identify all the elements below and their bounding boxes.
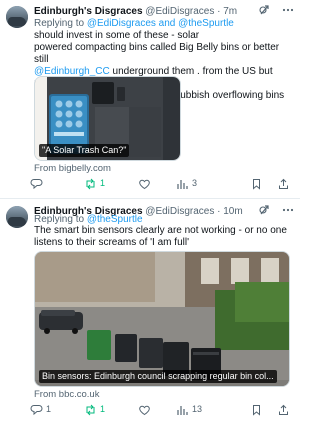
grok-icon[interactable] <box>259 205 269 215</box>
share-icon <box>279 404 288 415</box>
display-name[interactable]: Edinburgh's Disgraces <box>34 6 143 17</box>
avatar[interactable] <box>6 6 28 28</box>
tweet[interactable]: Edinburgh's Disgraces @EdiDisgraces · 10… <box>0 200 300 422</box>
card-source[interactable]: From bigbelly.com <box>34 163 111 175</box>
reply-button[interactable] <box>30 177 46 191</box>
views-button[interactable]: 3 <box>176 177 197 191</box>
bookmark-icon <box>253 179 260 190</box>
timeline: Edinburgh's Disgraces @EdiDisgraces · 7m… <box>0 0 300 422</box>
tweet-menu <box>258 4 294 16</box>
link-card[interactable]: Bin sensors: Edinburgh council scrapping… <box>34 251 290 387</box>
like-icon <box>139 179 150 190</box>
views-button[interactable]: 13 <box>176 403 202 417</box>
card-title: Bin sensors: Edinburgh council scrapping… <box>39 370 277 384</box>
more-icon[interactable] <box>282 208 294 212</box>
bookmark-button[interactable] <box>250 403 263 417</box>
tweet-menu <box>258 204 294 216</box>
action-bar: 1 1 13 <box>30 403 296 417</box>
views-icon <box>177 406 188 415</box>
like-button[interactable] <box>138 403 154 417</box>
card-source[interactable]: From bbc.co.uk <box>34 389 99 401</box>
replying-to-link[interactable]: @theSpurtle <box>87 214 143 225</box>
retweet-icon <box>86 178 95 190</box>
replying-to-link[interactable]: @EdiDisgraces and @theSpurtle <box>87 18 234 29</box>
share-button[interactable] <box>277 177 290 191</box>
like-icon <box>139 405 150 416</box>
tweet[interactable]: Edinburgh's Disgraces @EdiDisgraces · 7m… <box>0 0 300 198</box>
like-button[interactable] <box>138 177 154 191</box>
bookmark-button[interactable] <box>250 177 263 191</box>
retweet-button[interactable]: 1 <box>84 177 105 191</box>
handle-time: @EdiDisgraces · 7m <box>145 6 238 17</box>
share-icon <box>279 178 288 189</box>
views-icon <box>177 180 188 189</box>
card-image <box>35 252 289 386</box>
reply-button[interactable]: 1 <box>30 403 51 417</box>
replying-to: Replying to @EdiDisgraces and @theSpurtl… <box>34 18 234 29</box>
action-bar: 1 3 <box>30 177 296 191</box>
share-button[interactable] <box>277 403 290 417</box>
handle-time: @EdiDisgraces · 10m <box>145 206 243 217</box>
reply-icon <box>30 405 43 416</box>
retweet-icon <box>86 404 95 416</box>
tweet-header: Edinburgh's Disgraces @EdiDisgraces · 7m <box>34 6 264 19</box>
reply-icon <box>30 179 43 190</box>
bookmark-icon <box>253 405 260 416</box>
avatar[interactable] <box>6 206 28 228</box>
retweet-button[interactable]: 1 <box>84 403 105 417</box>
tweet-text: The smart bin sensors clearly are not wo… <box>34 225 287 248</box>
more-icon[interactable] <box>282 8 294 12</box>
tweet-divider <box>0 198 300 199</box>
card-title: "A Solar Trash Can?" <box>39 144 130 158</box>
link-card[interactable]: "A Solar Trash Can?" <box>34 76 181 161</box>
grok-icon[interactable] <box>259 5 269 15</box>
